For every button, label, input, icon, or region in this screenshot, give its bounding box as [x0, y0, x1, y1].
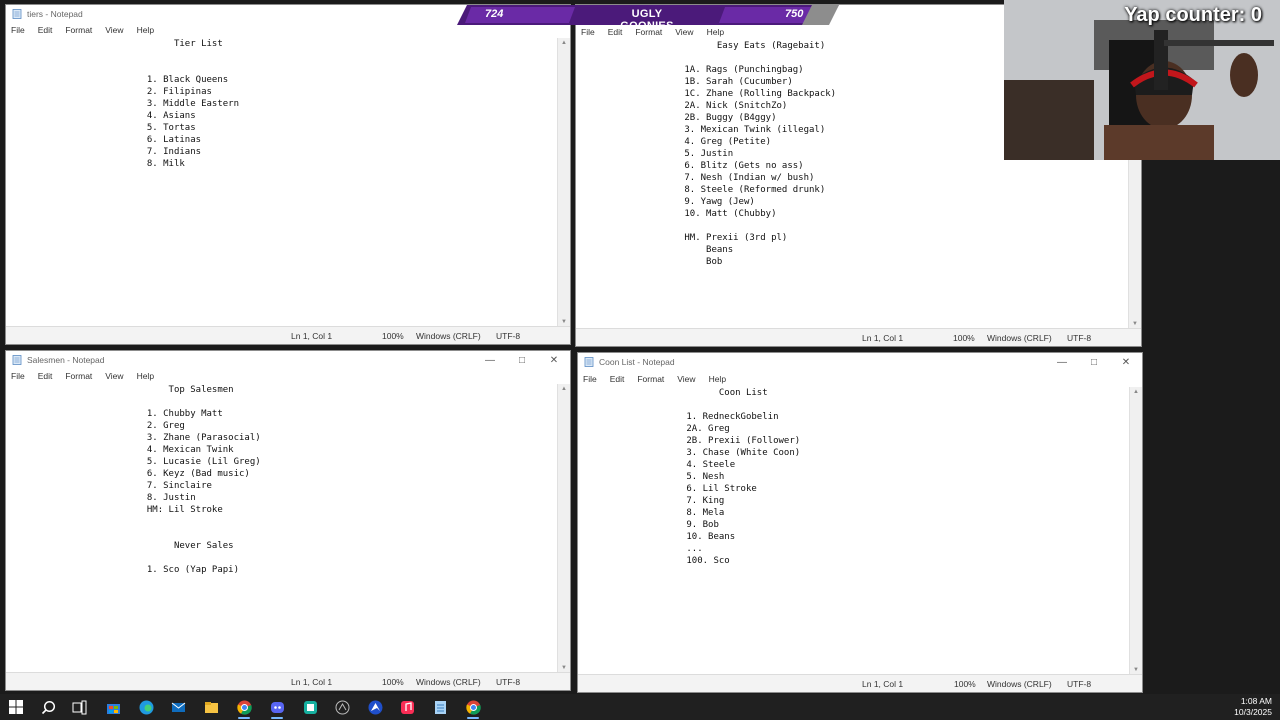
- menu-view[interactable]: View: [105, 25, 123, 35]
- line-ending: Windows (CRLF): [416, 331, 481, 341]
- scroll-up-icon[interactable]: ▲: [558, 38, 570, 48]
- menu-bar: File Edit Format View Help: [6, 23, 570, 37]
- window-title: Salesmen - Notepad: [27, 355, 105, 365]
- team-name: UGLY GOONIES: [620, 8, 674, 32]
- menu-view[interactable]: View: [105, 371, 123, 381]
- vertical-scrollbar[interactable]: ▲ ▼: [557, 38, 570, 327]
- title-bar[interactable]: Salesmen - Notepad — □ ✕: [6, 351, 570, 369]
- menu-view[interactable]: View: [677, 374, 695, 384]
- menu-format[interactable]: Format: [65, 25, 92, 35]
- scroll-up-icon[interactable]: ▲: [1130, 387, 1142, 397]
- menu-help[interactable]: Help: [137, 371, 154, 381]
- menu-bar: File Edit Format View Help: [578, 372, 1142, 386]
- menu-format[interactable]: Format: [637, 374, 664, 384]
- scroll-up-icon[interactable]: ▲: [558, 384, 570, 394]
- vertical-scrollbar[interactable]: ▲ ▼: [1129, 387, 1142, 675]
- chrome-icon[interactable]: [229, 694, 259, 720]
- status-bar: Ln 1, Col 1 100% Windows (CRLF) UTF-8: [578, 674, 1142, 692]
- status-bar: Ln 1, Col 1 100% Windows (CRLF) UTF-8: [576, 328, 1141, 346]
- menu-edit[interactable]: Edit: [38, 371, 53, 381]
- maximize-icon[interactable]: □: [1078, 353, 1110, 371]
- file-explorer-icon[interactable]: [196, 694, 226, 720]
- menu-file[interactable]: File: [11, 25, 25, 35]
- vertical-scrollbar[interactable]: ▲ ▼: [557, 384, 570, 673]
- mail-icon[interactable]: [163, 694, 193, 720]
- text-editor[interactable]: Top Salesmen 1. Chubby Matt 2. Greg 3. Z…: [6, 384, 558, 673]
- notepad-window-salesmen[interactable]: Salesmen - Notepad — □ ✕ File Edit Forma…: [5, 350, 571, 691]
- zoom-level: 100%: [953, 333, 975, 343]
- clock-time: 1:08 AM: [1240, 696, 1272, 706]
- chrome-icon[interactable]: [458, 694, 488, 720]
- store-icon[interactable]: [98, 694, 128, 720]
- nordvpn-icon[interactable]: [360, 694, 390, 720]
- cursor-position: Ln 1, Col 1: [291, 331, 333, 341]
- close-icon[interactable]: ✕: [538, 351, 570, 369]
- menu-file[interactable]: File: [581, 27, 595, 37]
- menu-file[interactable]: File: [583, 374, 597, 384]
- text-editor[interactable]: Coon List 1. RedneckGobelin 2A. Greg 2B.…: [578, 387, 1130, 675]
- edge-icon[interactable]: [131, 694, 161, 720]
- clock-date: 10/3/2025: [1234, 707, 1272, 717]
- status-bar: Ln 1, Col 1 100% Windows (CRLF) UTF-8: [6, 672, 570, 690]
- taskbar: 1:08 AM 10/3/2025: [0, 694, 1280, 720]
- encoding: UTF-8: [1067, 679, 1092, 689]
- window-title: Coon List - Notepad: [599, 357, 675, 367]
- encoding: UTF-8: [496, 677, 521, 687]
- line-ending: Windows (CRLF): [987, 333, 1052, 343]
- line-ending: Windows (CRLF): [416, 677, 481, 687]
- encoding: UTF-8: [1067, 333, 1092, 343]
- menu-help[interactable]: Help: [707, 27, 724, 37]
- zoom-level: 100%: [954, 679, 976, 689]
- right-score: 750: [785, 8, 804, 20]
- cursor-position: Ln 1, Col 1: [291, 677, 333, 687]
- itunes-icon[interactable]: [392, 694, 422, 720]
- notepad-window-coon-list[interactable]: Coon List - Notepad — □ ✕ File Edit Form…: [577, 352, 1143, 693]
- notepad-icon: [12, 9, 22, 19]
- system-clock[interactable]: 1:08 AM 10/3/2025: [1234, 696, 1272, 718]
- task-view-icon[interactable]: [64, 694, 94, 720]
- notepad-icon[interactable]: [425, 694, 455, 720]
- webcam-feed: Yap counter: 0: [1004, 0, 1280, 160]
- menu-help[interactable]: Help: [709, 374, 726, 384]
- menu-edit[interactable]: Edit: [610, 374, 625, 384]
- menu-file[interactable]: File: [11, 371, 25, 381]
- maximize-icon[interactable]: □: [506, 351, 538, 369]
- close-icon[interactable]: ✕: [1110, 353, 1142, 371]
- zoom-level: 100%: [382, 331, 404, 341]
- menu-edit[interactable]: Edit: [38, 25, 53, 35]
- menu-format[interactable]: Format: [65, 371, 92, 381]
- minimize-icon[interactable]: —: [474, 351, 506, 369]
- notepad-icon: [12, 355, 22, 365]
- search-icon[interactable]: [33, 694, 63, 720]
- discord-icon[interactable]: [262, 694, 292, 720]
- line-ending: Windows (CRLF): [987, 679, 1052, 689]
- left-score: 724: [485, 8, 504, 20]
- notepad-window-tiers[interactable]: tiers - Notepad File Edit Format View He…: [5, 4, 571, 345]
- cursor-position: Ln 1, Col 1: [862, 333, 904, 343]
- menu-help[interactable]: Help: [137, 25, 154, 35]
- score-banner: 724 UGLY GOONIES 750: [457, 5, 839, 32]
- windows-start-icon[interactable]: [1, 694, 31, 720]
- app-icon[interactable]: [295, 694, 325, 720]
- encoding: UTF-8: [496, 331, 521, 341]
- menu-bar: File Edit Format View Help: [6, 369, 570, 383]
- status-bar: Ln 1, Col 1 100% Windows (CRLF) UTF-8: [6, 326, 570, 344]
- yap-counter: Yap counter: 0: [1124, 4, 1262, 26]
- zoom-level: 100%: [382, 677, 404, 687]
- minimize-icon[interactable]: —: [1046, 353, 1078, 371]
- app-icon[interactable]: [327, 694, 357, 720]
- title-bar[interactable]: Coon List - Notepad — □ ✕: [578, 353, 1142, 371]
- notepad-icon: [584, 357, 594, 367]
- cursor-position: Ln 1, Col 1: [862, 679, 904, 689]
- text-editor[interactable]: Tier List 1. Black Queens 2. Filipinas 3…: [6, 38, 558, 327]
